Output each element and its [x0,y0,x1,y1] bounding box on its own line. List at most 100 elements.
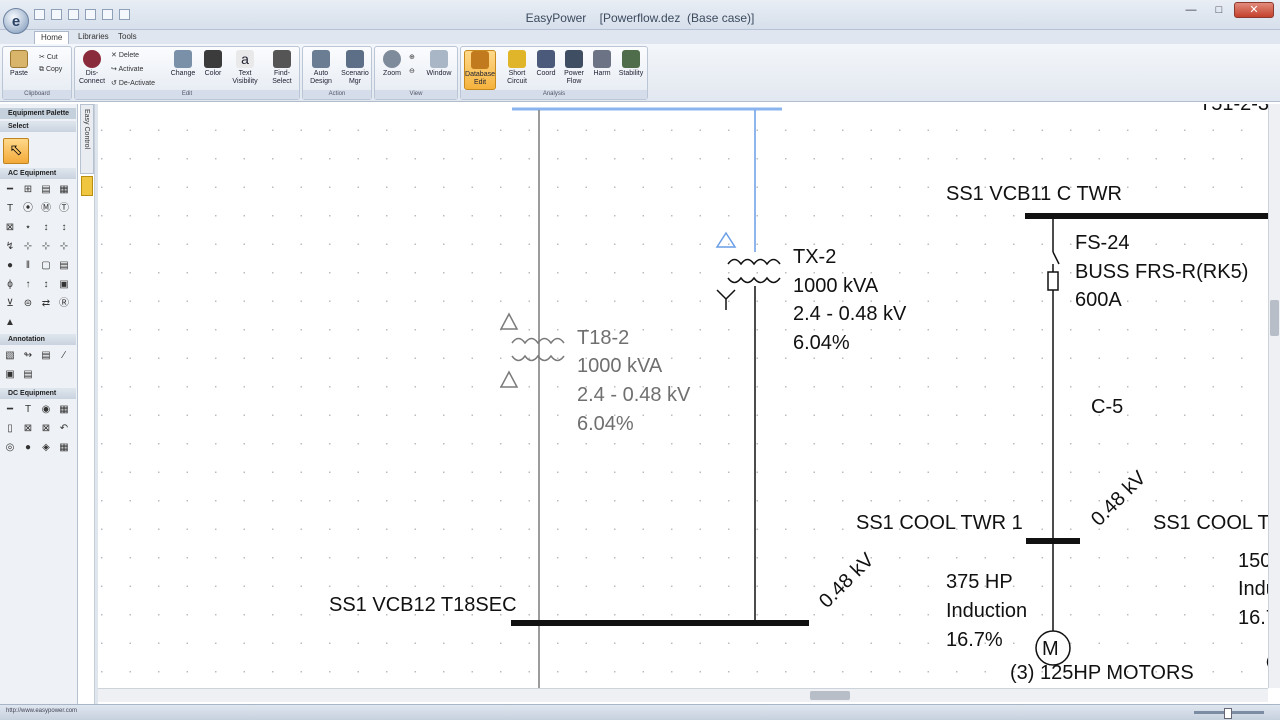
analysis-group: Database Edit Short Circuit Coord Power … [460,46,648,100]
ups-icon[interactable]: ▣ [58,279,70,291]
tab-libraries[interactable]: Libraries [72,31,115,44]
tx-icon[interactable]: T [4,203,16,215]
deactivate-button[interactable]: ↺ De-Activate [111,79,155,87]
capacitor-icon[interactable]: ⊹ [40,241,52,253]
copy-button[interactable]: ⧉ Copy [39,66,62,74]
note-icon[interactable]: ▧ [4,350,16,362]
view-group-label: View [375,90,457,99]
power-flow-button[interactable]: Power Flow [560,50,588,90]
paste-icon [10,50,28,68]
short-circuit-button[interactable]: Short Circuit [503,50,531,90]
tab-home[interactable]: Home [34,31,70,44]
surge-icon[interactable]: ↕ [40,279,52,291]
transformer-tx-2[interactable] [716,258,781,623]
vertical-scroll-thumb[interactable] [1270,300,1279,336]
meter-icon[interactable]: ▤ [58,260,70,272]
motor2-hp-partial: 150 [1238,550,1268,572]
picture-icon[interactable]: ▣ [4,369,16,381]
chart-icon[interactable]: ▤ [22,369,34,381]
arrow-icon[interactable]: ↑ [22,279,34,291]
bus-icon[interactable]: ━ [4,184,16,196]
switch-icon[interactable]: ⋆ [22,222,34,234]
transformer-icon[interactable]: ⦿ [22,203,34,215]
motor-pct: 16.7% [946,629,1003,651]
dc-bus-icon[interactable]: ━ [4,404,16,416]
drive-icon[interactable]: ⇄ [40,298,52,310]
panel-icon[interactable]: ▦ [58,184,70,196]
activate-button[interactable]: ↪ Activate [111,65,143,73]
cable-icon[interactable]: ↯ [4,241,16,253]
bus-cool-twr-1-label: SS1 COOL TWR 1 [856,512,1023,534]
zoom-out-icon[interactable]: ⊖ [409,67,415,75]
dc-motor-icon[interactable]: ◎ [4,442,16,454]
battery-icon[interactable]: ▯ [4,423,16,435]
dc-fuse-icon[interactable]: ⊠ [40,423,52,435]
app-menu-button[interactable]: e [3,8,29,34]
horizontal-scroll-thumb[interactable] [810,691,850,700]
dc-breaker-icon[interactable]: ⊠ [22,423,34,435]
ac-equipment-header[interactable]: AC Equipment [0,168,76,179]
fuse-fs-24[interactable] [1047,216,1060,540]
breaker-icon[interactable]: ⊠ [4,222,16,234]
reactor-icon[interactable]: ⊹ [22,241,34,253]
triangle-icon[interactable]: ▲ [4,317,16,329]
stability-button[interactable]: Stability [616,50,646,90]
delete-button[interactable]: ✕ Delete [111,51,139,59]
relay-icon[interactable]: ↕ [58,222,70,234]
cut-button[interactable]: ✂ Cut [39,53,58,61]
scenario-mgr-button[interactable]: Scenario Mgr [339,50,371,90]
color-button[interactable]: Color [199,50,227,90]
dc-t-icon[interactable]: T [22,404,34,416]
inverter-icon[interactable]: ▦ [58,442,70,454]
dc-equipment-header[interactable]: DC Equipment [0,388,76,399]
hv-breaker-icon[interactable]: ⊜ [22,298,34,310]
dc-load-icon[interactable]: ● [22,442,34,454]
minimize-button[interactable]: — [1178,2,1204,18]
utility-icon[interactable]: ⊞ [22,184,34,196]
rectifier-icon[interactable]: Ⓡ [58,298,70,310]
load-icon[interactable]: ● [4,260,16,272]
paste-button[interactable]: Paste [5,50,33,90]
generator-icon[interactable]: ▤ [40,184,52,196]
window-button[interactable]: Window [425,50,453,90]
auto-design-button[interactable]: Auto Design [306,50,336,90]
maximize-button[interactable]: □ [1206,2,1232,18]
induction-icon[interactable]: Ⓣ [58,203,70,215]
arrow-note-icon[interactable]: ↬ [22,350,34,362]
shunt-icon[interactable]: ϕ [4,279,16,291]
box-icon[interactable]: ▤ [40,350,52,362]
close-button[interactable]: ✕ [1234,2,1274,18]
line-icon[interactable]: ∕ [58,350,70,362]
zoom-button[interactable]: Zoom [378,50,406,90]
zoom-slider[interactable] [1194,708,1264,719]
filter-icon[interactable]: ⊹ [58,241,70,253]
ground-icon[interactable]: ⊻ [4,298,16,310]
status-bar: http://www.easypower.com [0,704,1280,720]
find-select-button[interactable]: Find-Select [267,50,297,90]
motor-icon[interactable]: Ⓜ [40,203,52,215]
database-edit-button[interactable]: Database Edit [464,50,496,90]
harm-button[interactable]: Harm [588,50,616,90]
vertical-scrollbar[interactable] [1268,104,1280,688]
ct-icon[interactable]: ‖ [22,260,34,272]
coord-button[interactable]: Coord [532,50,560,90]
easy-control-tab[interactable]: Easy Control [80,104,94,174]
dc-panel-icon[interactable]: ▦ [58,404,70,416]
select-header[interactable]: Select [0,121,76,132]
dc-switch-icon[interactable]: ↶ [58,423,70,435]
pointer-select-tool[interactable]: ⬁ [3,138,29,164]
change-button[interactable]: Change [169,50,197,90]
tab-tools[interactable]: Tools [112,31,143,44]
fuse-icon[interactable]: ↕ [40,222,52,234]
charger-icon[interactable]: ◈ [40,442,52,454]
zoom-in-icon[interactable]: ⊕ [409,53,415,61]
pt-icon[interactable]: ▢ [40,260,52,272]
dc-source-icon[interactable]: ◉ [40,404,52,416]
power-flow-icon [565,50,583,68]
motor-hp: 375 HP [946,571,1013,593]
text-visibility-button[interactable]: a Text Visibility [229,50,261,90]
disconnect-button[interactable]: Dis-Connect [77,50,107,90]
one-line-diagram-canvas[interactable]: T18-2 1000 kVA 2.4 - 0.48 kV 6.04% TX-2 … [98,104,1268,688]
horizontal-scrollbar[interactable] [98,688,1268,702]
annotation-header[interactable]: Annotation [0,334,76,345]
